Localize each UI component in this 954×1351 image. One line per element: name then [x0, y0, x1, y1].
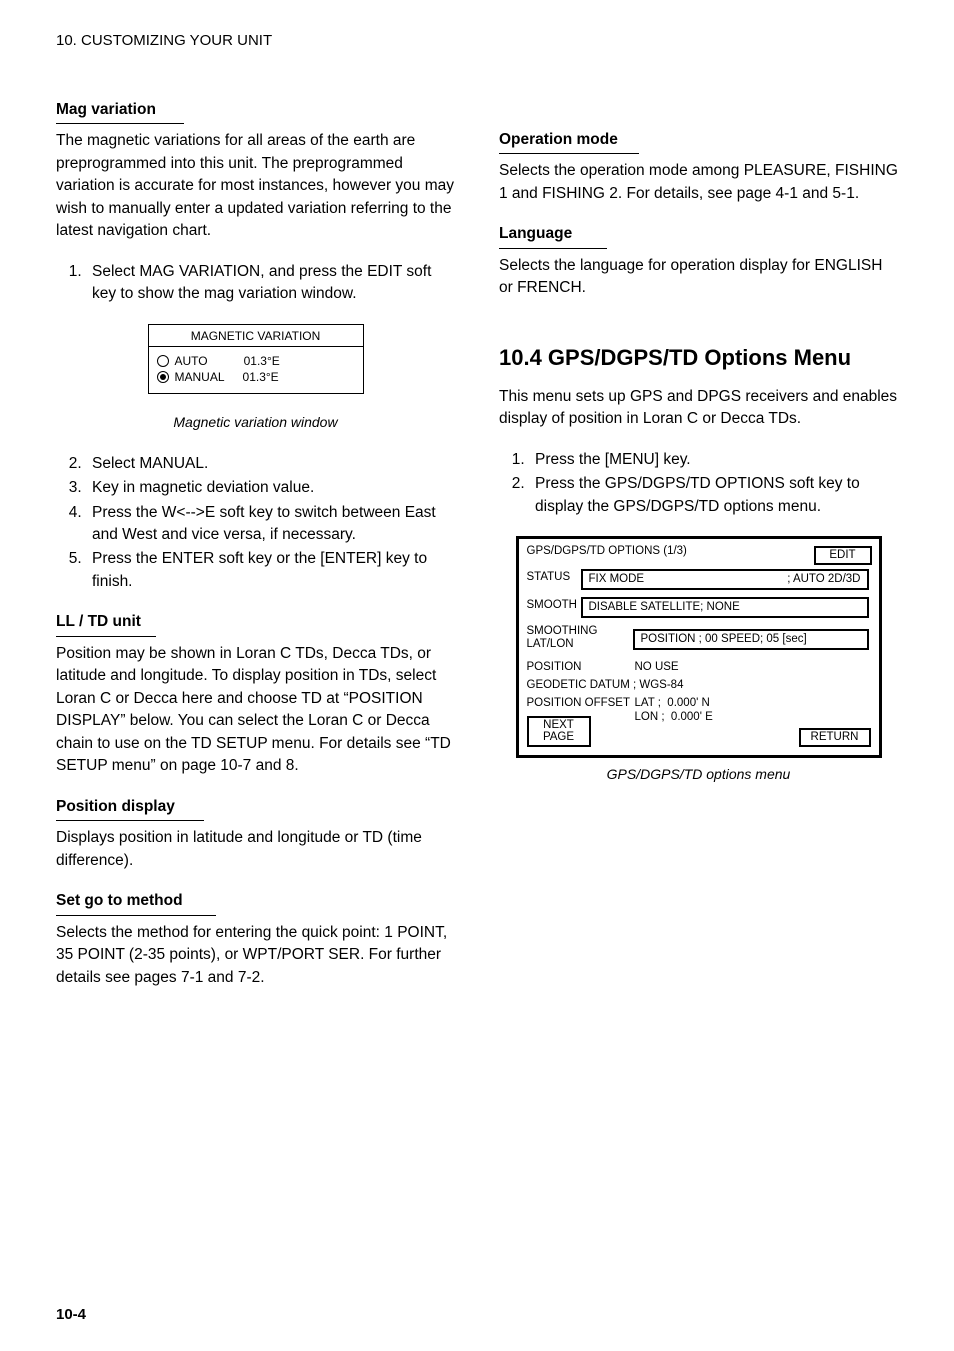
om-lonval: LON ; 0.000' E: [635, 711, 713, 724]
om-smoothing: SMOOTHING: [527, 625, 598, 637]
radio-manual[interactable]: [157, 371, 169, 383]
om-title: GPS/DGPS/TD OPTIONS (1/3): [527, 545, 777, 558]
om-latlon: LAT/LON: [527, 638, 574, 650]
magwin-caption: Magnetic variation window: [56, 412, 455, 432]
rule: [499, 248, 607, 249]
radio-auto[interactable]: [157, 355, 169, 367]
lltd-p: Position may be shown in Loran C TDs, De…: [56, 643, 455, 778]
opmode-title: Operation mode: [499, 129, 898, 151]
gps-section-title: 10.4 GPS/DGPS/TD Options Menu: [499, 342, 898, 374]
magvar-step5: Press the ENTER soft key or the [ENTER] …: [86, 548, 455, 593]
magvar-window: MAGNETIC VARIATION AUTO 01.3°E MANUAL 01…: [148, 324, 364, 395]
gps-intro: This menu sets up GPS and DPGS receivers…: [499, 386, 898, 431]
om-fixmode-row[interactable]: FIX MODE ; AUTO 2D/3D: [581, 569, 869, 590]
posdisp-title: Position display: [56, 796, 455, 818]
magwin-title: MAGNETIC VARIATION: [149, 325, 363, 347]
om-position-label: POSITION: [527, 661, 631, 674]
magvar-steps-top: Select MAG VARIATION, and press the EDIT…: [56, 261, 455, 306]
om-position-val: NO USE: [635, 661, 679, 674]
lltd-title: LL / TD unit: [56, 611, 455, 633]
left-column: Mag variation The magnetic variations fo…: [56, 99, 455, 1007]
om-posoffset-label: POSITION OFFSET: [527, 697, 631, 710]
page-number: 10-4: [56, 1306, 86, 1323]
manual-label: MANUAL: [175, 369, 225, 385]
om-geodetic: GEODETIC DATUM ; WGS-84: [527, 679, 684, 692]
om-smooth-label: SMOOTH: [527, 599, 581, 612]
gps-steps: Press the [MENU] key. Press the GPS/DGPS…: [499, 449, 898, 518]
manual-val: 01.3°E: [243, 369, 279, 385]
right-column: Operation mode Selects the operation mod…: [499, 99, 898, 1007]
om-latval: LAT ; 0.000' N: [635, 697, 710, 710]
om-edit-button[interactable]: EDIT: [814, 546, 872, 565]
om-smoothing-latlon: SMOOTHING LAT/LON: [527, 625, 631, 650]
magvar-step4: Press the W<-->E soft key to switch betw…: [86, 502, 455, 547]
page-header: 10. CUSTOMIZING YOUR UNIT: [56, 32, 898, 49]
options-menu-caption: GPS/DGPS/TD options menu: [499, 764, 898, 784]
om-return-button[interactable]: RETURN: [799, 728, 871, 747]
rule: [56, 636, 156, 637]
om-status-label: STATUS: [527, 571, 581, 584]
lang-title: Language: [499, 223, 898, 245]
rule: [56, 915, 216, 916]
om-disable: DISABLE SATELLITE; NONE: [589, 601, 740, 614]
magvar-step1: Select MAG VARIATION, and press the EDIT…: [86, 261, 455, 306]
om-posspd-row[interactable]: POSITION ; 00 SPEED; 05 [sec]: [633, 629, 869, 650]
lang-p: Selects the language for operation displ…: [499, 255, 898, 300]
magvar-steps-bottom: Select MANUAL. Key in magnetic deviation…: [56, 453, 455, 594]
posdisp-p: Displays position in latitude and longit…: [56, 827, 455, 872]
magvar-p1: The magnetic variations for all areas of…: [56, 130, 455, 242]
opmode-p: Selects the operation mode among PLEASUR…: [499, 160, 898, 205]
rule: [56, 123, 184, 124]
auto-label: AUTO: [175, 353, 208, 369]
auto-val: 01.3°E: [244, 353, 280, 369]
gps-step1: Press the [MENU] key.: [529, 449, 898, 471]
om-fix: FIX MODE: [589, 573, 645, 586]
om-disable-row[interactable]: DISABLE SATELLITE; NONE: [581, 597, 869, 618]
setgoto-p: Selects the method for entering the quic…: [56, 922, 455, 989]
magvar-title: Mag variation: [56, 99, 455, 121]
gps-step2: Press the GPS/DGPS/TD OPTIONS soft key t…: [529, 473, 898, 518]
rule: [499, 153, 639, 154]
setgoto-title: Set go to method: [56, 890, 455, 912]
om-posspd: POSITION ; 00 SPEED; 05 [sec]: [641, 633, 807, 646]
options-menu-figure: GPS/DGPS/TD OPTIONS (1/3) EDIT STATUS FI…: [516, 536, 882, 758]
magvar-step3: Key in magnetic deviation value.: [86, 477, 455, 499]
om-nextpage-button[interactable]: NEXT PAGE: [527, 716, 591, 747]
magvar-step2: Select MANUAL.: [86, 453, 455, 475]
om-fixval: ; AUTO 2D/3D: [787, 573, 860, 586]
rule: [56, 820, 204, 821]
